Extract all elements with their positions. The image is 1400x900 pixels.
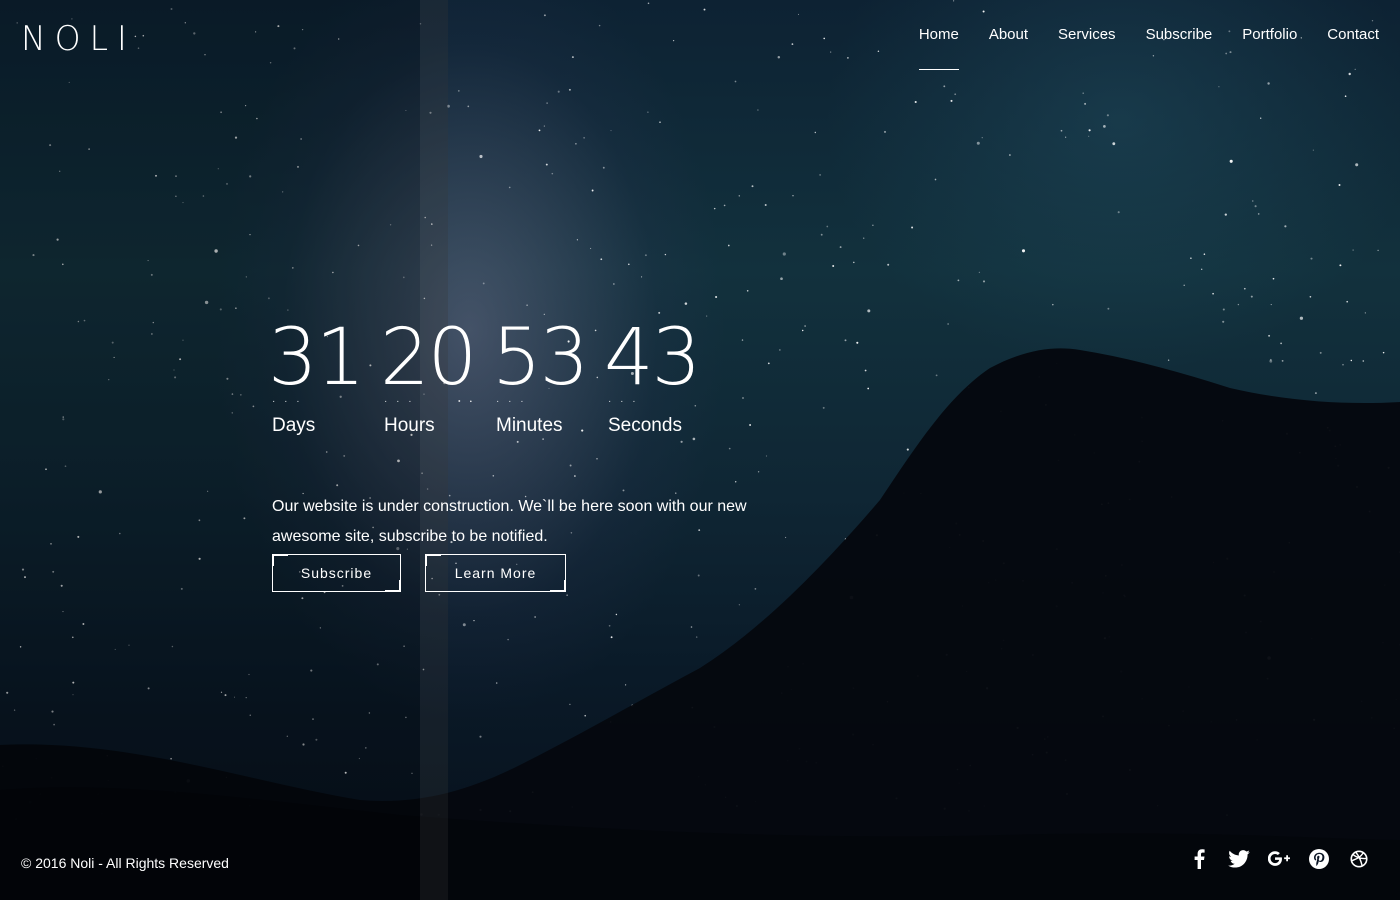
nav-contact[interactable]: Contact — [1297, 26, 1379, 44]
countdown-timer: 31 · · · Days 20 · · · Hours 53 · · · Mi… — [268, 318, 716, 438]
countdown-days-label: Days — [272, 415, 316, 436]
countdown-hours-value: 20 — [380, 313, 477, 403]
countdown-minutes-label: Minutes — [496, 415, 563, 436]
nav-active-underline — [918, 69, 959, 70]
left-overlay — [0, 0, 448, 900]
nav-portfolio-label: Portfolio — [1242, 26, 1298, 43]
nav-home-label: Home — [918, 26, 959, 43]
countdown-seconds: 43 · · · Seconds — [604, 318, 716, 438]
corner-accent — [564, 580, 566, 592]
countdown-days: 31 · · · Days — [268, 318, 380, 438]
countdown-dots: · · · — [272, 396, 303, 407]
corner-accent — [399, 580, 401, 592]
site-logo[interactable]: NOLI — [21, 22, 136, 56]
countdown-hours: 20 · · · Hours — [380, 318, 492, 438]
facebook-icon[interactable] — [1188, 848, 1210, 870]
countdown-dots: · · · — [608, 396, 639, 407]
countdown-seconds-label: Seconds — [608, 415, 682, 436]
nav-contact-label: Contact — [1327, 26, 1379, 43]
countdown-minutes-value: 53 — [492, 313, 589, 403]
google-plus-icon[interactable] — [1268, 848, 1290, 870]
learn-more-button-label: Learn More — [454, 565, 537, 581]
nav-services[interactable]: Services — [1028, 26, 1116, 44]
countdown-dots: · · · — [384, 396, 415, 407]
nav-about[interactable]: About — [959, 26, 1028, 44]
countdown-hours-label: Hours — [384, 415, 435, 436]
nav-home[interactable]: Home — [889, 26, 959, 70]
construction-message: Our website is under construction. We`ll… — [272, 498, 747, 545]
main-nav: Home About Services Subscribe Portfolio … — [889, 26, 1379, 70]
learn-more-button[interactable]: Learn More — [425, 554, 566, 592]
countdown-days-value: 31 — [268, 313, 365, 403]
nav-about-label: About — [988, 26, 1029, 43]
nav-services-label: Services — [1058, 26, 1116, 43]
countdown-minutes: 53 · · · Minutes — [492, 318, 604, 438]
dribbble-icon[interactable] — [1348, 848, 1370, 870]
countdown-dots: · · · — [496, 396, 527, 407]
countdown-seconds-value: 43 — [604, 313, 701, 403]
overlay-strip — [420, 0, 448, 900]
copyright-text: © 2016 Noli - All Rights Reserved — [21, 855, 229, 871]
nav-portfolio[interactable]: Portfolio — [1212, 26, 1297, 44]
social-links — [1188, 848, 1370, 870]
pinterest-icon[interactable] — [1308, 848, 1330, 870]
twitter-icon[interactable] — [1228, 848, 1250, 870]
corner-accent — [272, 554, 274, 566]
subscribe-button[interactable]: Subscribe — [272, 554, 401, 592]
subscribe-button-label: Subscribe — [300, 565, 373, 581]
corner-accent — [425, 554, 427, 566]
nav-subscribe-label: Subscribe — [1145, 26, 1213, 43]
nav-subscribe[interactable]: Subscribe — [1116, 26, 1213, 44]
hero-background: NOLI Home About Services Subscribe Portf… — [0, 0, 1400, 900]
